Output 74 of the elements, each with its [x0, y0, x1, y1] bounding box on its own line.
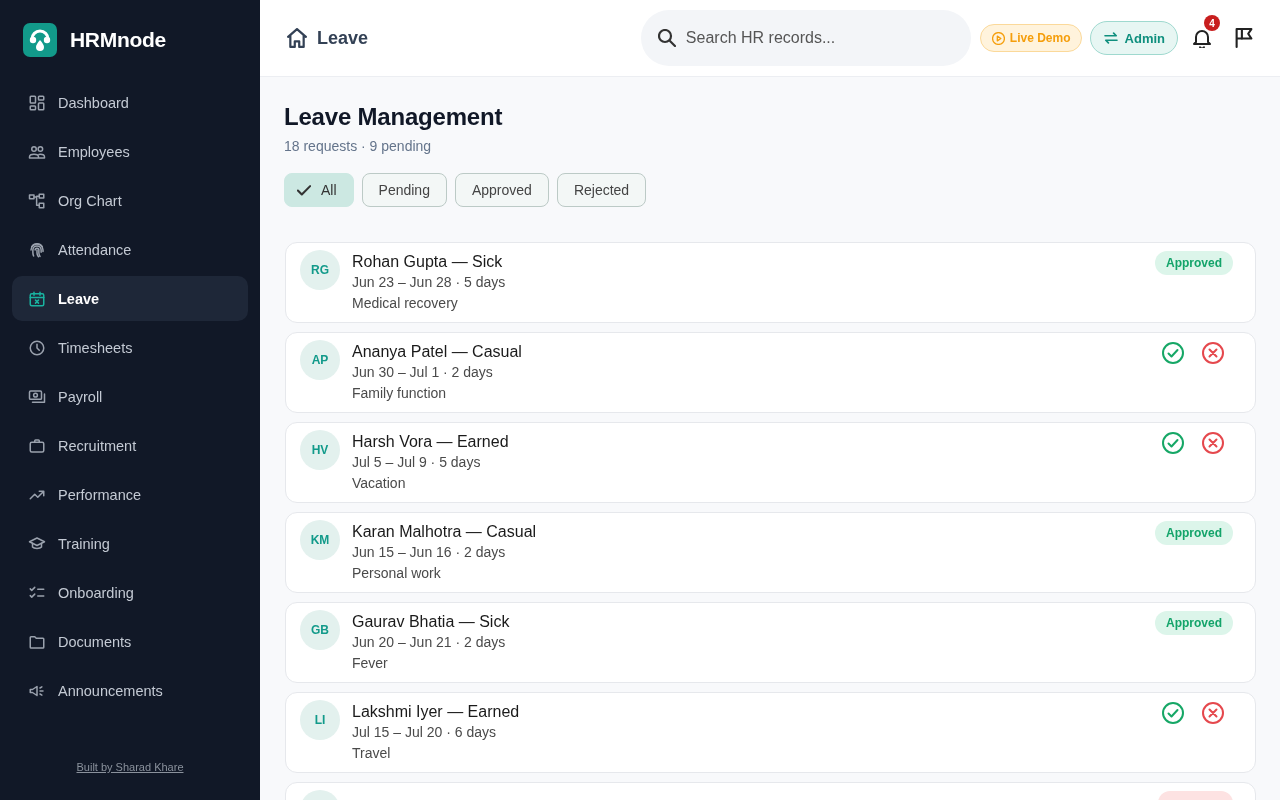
leave-dates: Jul 15 – Jul 20 · 6 days [352, 723, 497, 742]
notifications-button[interactable] [1192, 27, 1212, 49]
leave-dates: Jul 5 – Jul 9 · 5 days [352, 453, 482, 472]
search-icon [657, 29, 676, 47]
status-badge: Approved [1155, 251, 1233, 275]
sidebar-item[interactable]: Dashboard [12, 80, 248, 125]
org-chart-icon [28, 191, 46, 210]
filter-chip[interactable]: Rejected [556, 173, 647, 207]
sidebar-item[interactable]: Org Chart [12, 178, 248, 223]
leave-dates: Jun 23 – Jun 28 · 5 days [352, 273, 507, 292]
briefcase-icon [28, 436, 46, 455]
home-icon [287, 28, 307, 48]
clock-icon [28, 338, 46, 357]
calendar-x-icon [28, 289, 46, 308]
breadcrumb: Leave [317, 27, 369, 49]
sidebar-item[interactable]: Onboarding [12, 570, 248, 615]
sidebar-item[interactable]: Timesheets [12, 325, 248, 370]
leave-title: Harsh Vora — Earned [352, 432, 510, 452]
leave-title: Gaurav Bhatia — Sick [352, 612, 511, 632]
x-circle-icon [1202, 342, 1224, 364]
leave-reason: Medical recovery [352, 294, 459, 313]
filter-chip[interactable]: All [284, 173, 354, 207]
leave-dates: Jun 30 – Jul 1 · 2 days [352, 363, 494, 382]
leave-title: Ananya Patel — Casual [352, 342, 523, 362]
leave-reason: Personal work [352, 564, 442, 583]
sidebar-item[interactable]: Training [12, 521, 248, 566]
filter-chip[interactable]: Approved [454, 173, 549, 207]
sidebar-item[interactable]: Announcements [12, 668, 248, 713]
role-switch-button[interactable]: Admin [1089, 21, 1178, 55]
check-icon [297, 184, 311, 196]
status-badge: Approved [1155, 611, 1233, 635]
sidebar-item[interactable]: Recruitment [12, 423, 248, 468]
report-button[interactable] [1234, 27, 1254, 49]
sidebar-item[interactable]: Performance [12, 472, 248, 517]
x-circle-icon [1202, 432, 1224, 454]
search-field[interactable]: Search HR records... [640, 10, 971, 66]
flag-icon [1235, 28, 1253, 48]
logo-icon [23, 23, 57, 57]
x-circle-icon [1202, 702, 1224, 724]
avatar: KM [300, 520, 340, 560]
avatar: GB [300, 610, 340, 650]
leave-reason: Fever [352, 654, 389, 673]
bell-icon [1192, 28, 1212, 48]
check-circle-icon [1162, 702, 1184, 724]
leave-dates: Jun 20 – Jun 21 · 2 days [352, 633, 507, 652]
filter-chip[interactable]: Pending [361, 173, 447, 207]
avatar: HV [300, 430, 340, 470]
notification-count: 4 [1204, 15, 1220, 31]
leave-reason: Vacation [352, 474, 407, 493]
status-badge: Approved [1155, 521, 1233, 545]
swap-arrows-icon [1103, 32, 1118, 44]
avatar: AP [300, 340, 340, 380]
leave-reason: Family function [352, 384, 448, 403]
sidebar-item[interactable]: Employees [12, 129, 248, 174]
leave-reason: Travel [352, 744, 392, 763]
sidebar-item[interactable]: Payroll [12, 374, 248, 419]
check-circle-icon [1162, 432, 1184, 454]
dashboard-icon [28, 93, 46, 112]
sidebar-item[interactable]: Documents [12, 619, 248, 664]
leave-title: Karan Malhotra — Casual [352, 522, 538, 542]
check-circle-icon [1162, 342, 1184, 364]
sidebar-item[interactable]: Leave [12, 276, 248, 321]
avatar: RG [300, 250, 340, 290]
leave-title: Rohan Gupta — Sick [352, 252, 504, 272]
avatar: LI [300, 700, 340, 740]
brand-name: HRMnode [70, 28, 166, 52]
sidebar-item[interactable]: Attendance [12, 227, 248, 272]
page-subtitle: 18 requests · 9 pending [284, 137, 433, 156]
fingerprint-icon [28, 240, 46, 259]
leave-dates: Jun 15 – Jun 16 · 2 days [352, 543, 507, 562]
banknote-icon [28, 387, 46, 406]
page-title: Leave Management [284, 102, 504, 132]
leave-title: Lakshmi Iyer — Earned [352, 702, 521, 722]
footer-link[interactable]: Built by Sharad Khare [76, 761, 184, 773]
